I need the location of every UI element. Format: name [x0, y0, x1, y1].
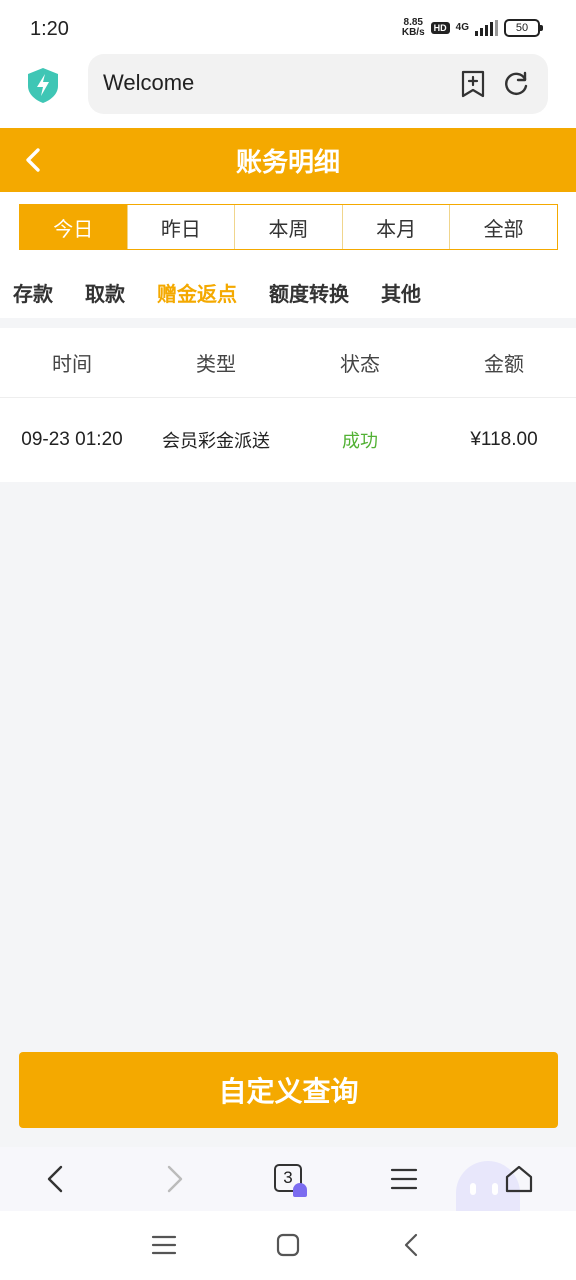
- battery-icon: 50: [504, 19, 543, 37]
- tab-withdraw[interactable]: 取款: [85, 278, 125, 307]
- shield-bolt-icon[interactable]: [24, 66, 62, 104]
- column-header-time: 时间: [52, 352, 92, 376]
- home-icon[interactable]: [503, 1163, 535, 1195]
- period-tabs: 今日 昨日 本周 本月 全部: [19, 204, 558, 250]
- bookmark-add-icon[interactable]: [460, 70, 486, 98]
- tab-today[interactable]: 今日: [20, 205, 127, 249]
- tab-yesterday[interactable]: 昨日: [126, 205, 235, 249]
- tab-this-month[interactable]: 本月: [341, 205, 450, 249]
- refresh-icon[interactable]: [502, 70, 530, 98]
- status-time: 1:20: [30, 18, 69, 40]
- cell-amount: ¥118.00: [470, 429, 538, 450]
- url-field[interactable]: Welcome: [88, 54, 548, 114]
- recents-icon[interactable]: [150, 1231, 178, 1259]
- category-tabs: 存款 取款 赠金返点 额度转换 其他: [0, 266, 576, 318]
- tab-all[interactable]: 全部: [449, 205, 557, 249]
- network-speed: 8.85 KB/s: [402, 18, 425, 38]
- back-arrow-icon[interactable]: [40, 1163, 72, 1195]
- table-header: 时间 类型 状态 金额: [0, 328, 576, 398]
- page-header: 账务明细: [0, 128, 576, 192]
- tab-count: 3: [283, 1168, 293, 1187]
- system-nav-bar: [0, 1211, 576, 1280]
- signal-icon: [475, 20, 498, 36]
- speed-unit: KB/s: [401, 27, 425, 38]
- cell-time: 09-23 01:20: [21, 429, 123, 450]
- forward-arrow-icon[interactable]: [158, 1163, 190, 1195]
- ghost-badge-icon: [293, 1183, 307, 1197]
- column-header-status: 状态: [340, 352, 380, 376]
- cell-type: 会员彩金派送: [162, 431, 270, 452]
- column-header-amount: 金额: [484, 352, 524, 376]
- tab-transfer[interactable]: 额度转换: [269, 278, 349, 307]
- url-text[interactable]: Welcome: [103, 70, 194, 96]
- hd-badge: HD: [430, 22, 450, 34]
- tab-other[interactable]: 其他: [381, 278, 421, 307]
- custom-query-button[interactable]: 自定义查询: [19, 1052, 558, 1128]
- status-indicators: 8.85 KB/s HD 4G 50: [402, 18, 543, 38]
- system-back-icon[interactable]: [398, 1231, 426, 1259]
- cell-status: 成功: [342, 431, 378, 452]
- records-table: 时间 类型 状态 金额 09-23 01:20 会员彩金派送 成功 ¥118.0…: [0, 328, 576, 482]
- table-row[interactable]: 09-23 01:20 会员彩金派送 成功 ¥118.00: [0, 398, 576, 482]
- column-header-type: 类型: [196, 352, 236, 376]
- browser-address-bar: Welcome: [0, 54, 576, 126]
- tab-bonus-rebate[interactable]: 赠金返点: [157, 278, 237, 307]
- home-button-icon[interactable]: [274, 1231, 302, 1259]
- tab-this-week[interactable]: 本周: [234, 205, 342, 249]
- page-title: 账务明细: [235, 148, 340, 178]
- status-bar: 1:20 8.85 KB/s HD 4G 50: [0, 0, 576, 56]
- menu-icon[interactable]: [388, 1163, 420, 1195]
- browser-toolbar: 3: [0, 1147, 576, 1213]
- tab-deposit[interactable]: 存款: [13, 278, 53, 307]
- network-type: 4G: [455, 22, 469, 33]
